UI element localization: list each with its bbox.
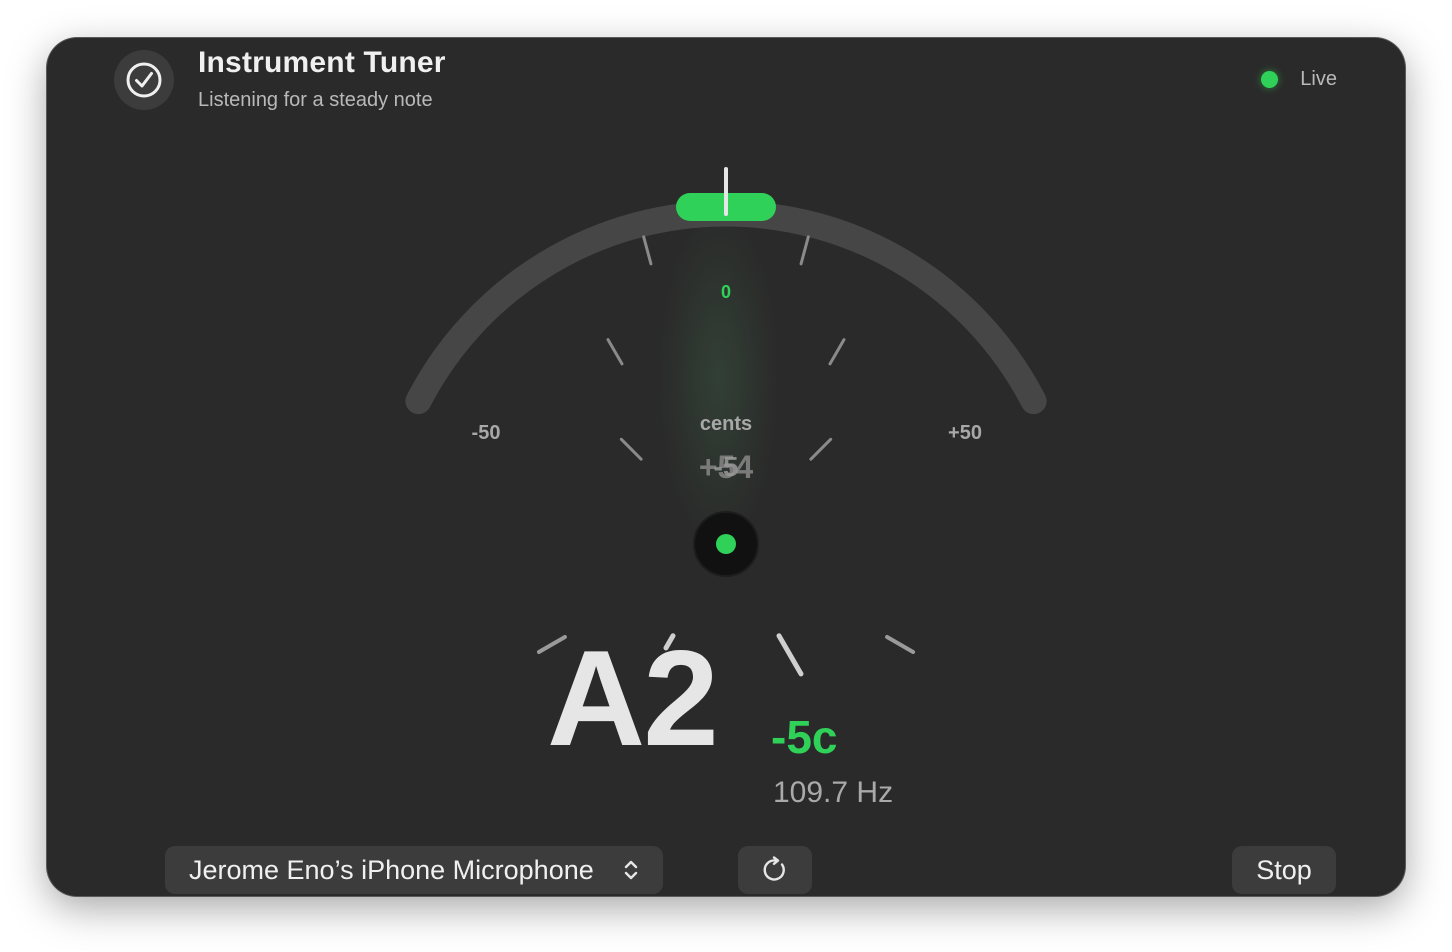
gauge-tick [828, 338, 846, 366]
gauge-tick [606, 338, 624, 366]
gauge-zero-label: 0 [721, 282, 731, 302]
frequency-readout: 109.7 Hz [773, 776, 894, 809]
gauge-max-label: +50 [948, 422, 982, 444]
refresh-icon [763, 856, 785, 881]
tuner-gauge: 0 -50 +50 cents +54 -5 [405, 167, 1047, 677]
gauge-tick [809, 437, 833, 461]
stop-button[interactable]: Stop [1232, 846, 1336, 894]
gauge-tick [776, 633, 804, 677]
input-device-select[interactable]: Jerome Eno’s iPhone Microphone [165, 846, 663, 894]
refresh-button[interactable] [738, 846, 812, 894]
gauge-tick [885, 635, 916, 654]
gauge-tick [619, 437, 643, 461]
gauge-min-label: -50 [472, 422, 501, 444]
tuner-window: Instrument Tuner Listening for a steady … [47, 38, 1405, 896]
detected-note: A2 [547, 622, 719, 774]
gauge-unit-label: cents [700, 413, 752, 435]
needle-hub-dot [716, 534, 736, 554]
chevron-up-down-icon [624, 860, 638, 880]
gauge-tick [642, 235, 653, 266]
gauge-tick [799, 235, 810, 266]
input-device-label: Jerome Eno’s iPhone Microphone [189, 854, 594, 885]
cents-offset: -5c [771, 711, 838, 763]
